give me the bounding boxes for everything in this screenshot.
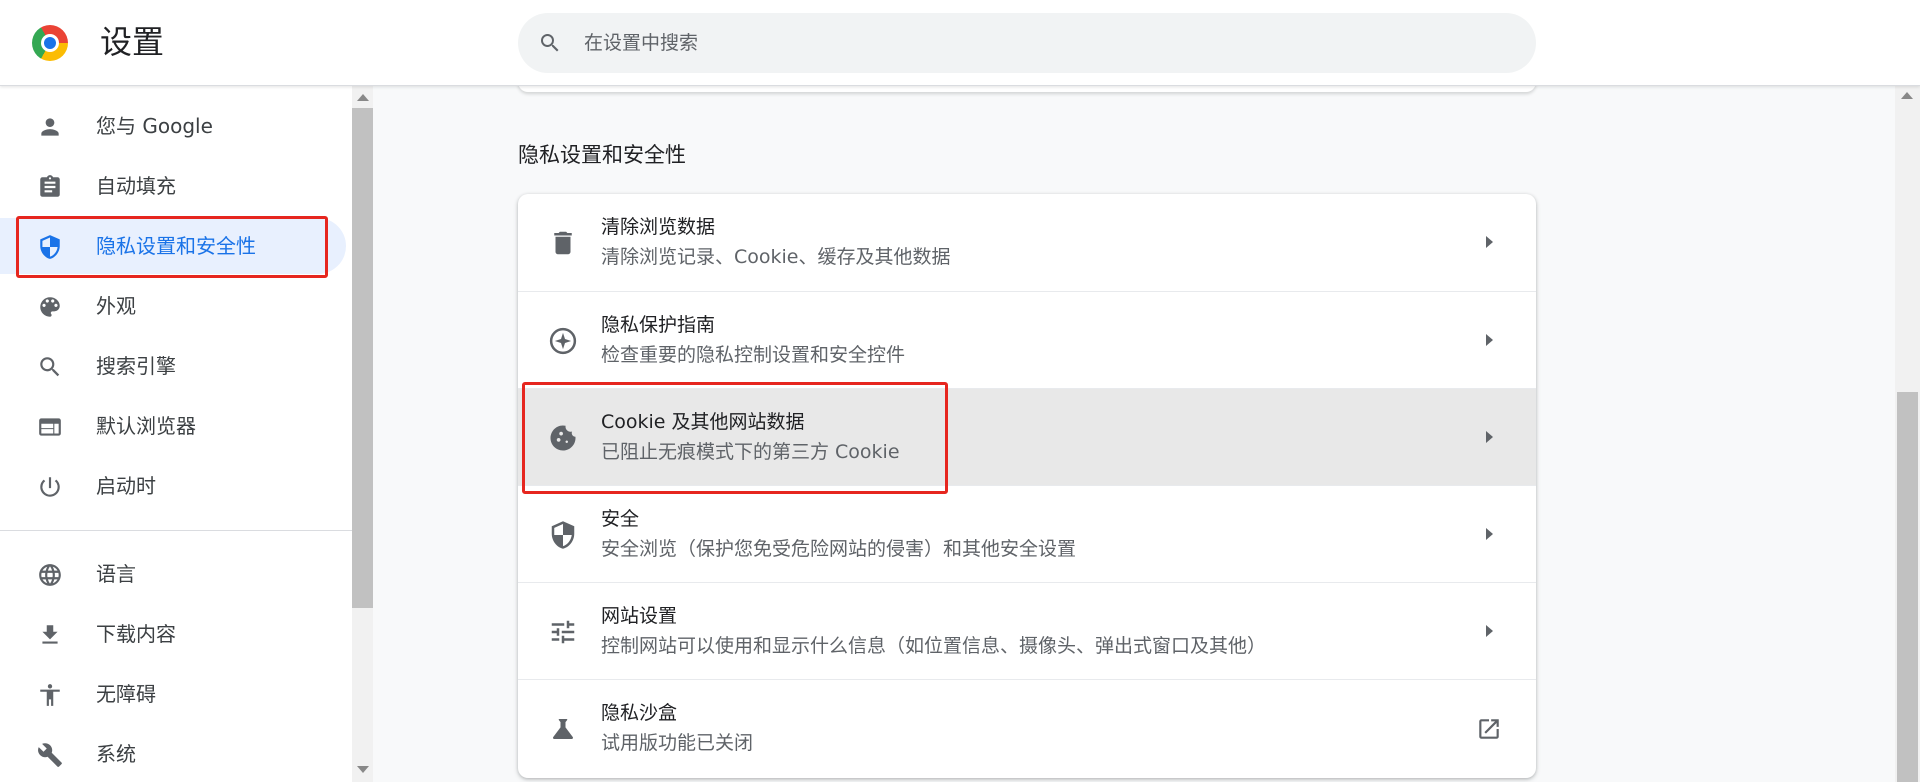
security-shield-icon [551, 521, 575, 549]
sidebar-item-autofill[interactable]: 自动填充 [0, 158, 346, 214]
cookie-icon [550, 425, 576, 451]
tune-icon [551, 620, 575, 644]
section-title: 隐私设置和安全性 [518, 143, 686, 167]
sidebar-item-you-and-google[interactable]: 您与 Google [0, 98, 346, 154]
open-in-new-icon[interactable] [1476, 716, 1502, 742]
row-title: 隐私保护指南 [601, 314, 716, 336]
wrench-icon [38, 743, 62, 767]
chrome-logo-icon [32, 25, 68, 61]
page-title: 设置 [100, 23, 165, 61]
sidebar-divider [0, 530, 352, 531]
download-icon [42, 625, 58, 644]
main-scrollbar-thumb[interactable] [1897, 392, 1918, 782]
flask-icon [553, 719, 573, 739]
sidebar-item-label: 系统 [96, 742, 136, 766]
row-cookies[interactable]: Cookie 及其他网站数据 已阻止无痕模式下的第三方 Cookie [518, 388, 1536, 485]
row-subtitle: 清除浏览记录、Cookie、缓存及其他数据 [601, 246, 951, 268]
palette-icon [40, 297, 60, 317]
sidebar-item-label: 默认浏览器 [96, 414, 196, 438]
power-icon [40, 477, 60, 497]
chevron-right-icon [1486, 236, 1493, 248]
chevron-right-icon [1486, 431, 1493, 443]
sidebar-item-appearance[interactable]: 外观 [0, 278, 346, 334]
search-input[interactable] [584, 13, 1484, 73]
sidebar-item-accessibility[interactable]: 无障碍 [0, 666, 346, 722]
browser-icon [39, 418, 61, 436]
sidebar-item-label: 隐私设置和安全性 [96, 234, 256, 258]
sidebar-item-search-engine[interactable]: 搜索引擎 [0, 338, 346, 394]
sidebar-item-label: 您与 Google [96, 114, 213, 138]
chevron-right-icon [1486, 625, 1493, 637]
search-bar[interactable] [518, 13, 1536, 73]
chevron-right-icon [1486, 334, 1493, 346]
row-site-settings[interactable]: 网站设置 控制网站可以使用和显示什么信息（如位置信息、摄像头、弹出式窗口及其他） [518, 582, 1536, 679]
sidebar-scrollbar-thumb[interactable] [352, 108, 373, 608]
row-subtitle: 试用版功能已关闭 [601, 732, 754, 754]
sidebar-item-label: 搜索引擎 [96, 354, 176, 378]
sidebar-item-label: 启动时 [96, 474, 156, 498]
row-subtitle: 安全浏览（保护您免受危险网站的侵害）和其他安全设置 [601, 538, 1077, 560]
clipboard-icon [40, 175, 60, 197]
sidebar-item-label: 下载内容 [96, 622, 176, 646]
scroll-up-icon[interactable] [357, 94, 369, 101]
trash-icon [554, 231, 572, 255]
sidebar-item-label: 无障碍 [96, 682, 156, 706]
sidebar-item-label: 外观 [96, 294, 136, 318]
scroll-up-icon[interactable] [1901, 92, 1913, 99]
sidebar-item-on-startup[interactable]: 启动时 [0, 458, 346, 514]
privacy-settings-card: 清除浏览数据 清除浏览记录、Cookie、缓存及其他数据 隐私保护指南 检查重要… [518, 194, 1536, 778]
row-title: 清除浏览数据 [601, 216, 716, 238]
scroll-down-icon[interactable] [357, 766, 369, 773]
sidebar: 您与 Google 自动填充 隐私设置和安全性 外观 搜索引擎 默认浏览器 启动… [0, 86, 352, 782]
sidebar-item-system[interactable]: 系统 [0, 726, 346, 782]
row-subtitle: 控制网站可以使用和显示什么信息（如位置信息、摄像头、弹出式窗口及其他） [601, 635, 1267, 657]
globe-icon [39, 564, 61, 586]
sidebar-item-label: 自动填充 [96, 174, 176, 198]
sidebar-item-label: 语言 [96, 562, 136, 586]
row-subtitle: 检查重要的隐私控制设置和安全控件 [601, 344, 906, 366]
sidebar-item-downloads[interactable]: 下载内容 [0, 606, 346, 662]
row-privacy-guide[interactable]: 隐私保护指南 检查重要的隐私控制设置和安全控件 [518, 291, 1536, 388]
person-icon [41, 118, 59, 136]
search-icon [40, 357, 60, 377]
row-privacy-sandbox[interactable]: 隐私沙盒 试用版功能已关闭 [518, 679, 1536, 776]
row-title: 安全 [601, 508, 640, 530]
shield-icon [40, 235, 60, 259]
sidebar-item-default-browser[interactable]: 默认浏览器 [0, 398, 346, 454]
app-header: 设置 [0, 0, 1920, 86]
chevron-right-icon [1486, 528, 1493, 540]
row-title: 隐私沙盒 [601, 702, 678, 724]
row-security[interactable]: 安全 安全浏览（保护您免受危险网站的侵害）和其他安全设置 [518, 485, 1536, 582]
sidebar-item-privacy-security[interactable]: 隐私设置和安全性 [0, 218, 346, 274]
row-clear-browsing-data[interactable]: 清除浏览数据 清除浏览记录、Cookie、缓存及其他数据 [518, 194, 1536, 291]
row-title: Cookie 及其他网站数据 [601, 411, 805, 433]
accessibility-icon [40, 684, 60, 706]
row-title: 网站设置 [601, 605, 678, 627]
search-icon [541, 34, 559, 52]
row-subtitle: 已阻止无痕模式下的第三方 Cookie [601, 441, 900, 463]
sidebar-item-languages[interactable]: 语言 [0, 546, 346, 602]
compass-icon [549, 327, 577, 355]
